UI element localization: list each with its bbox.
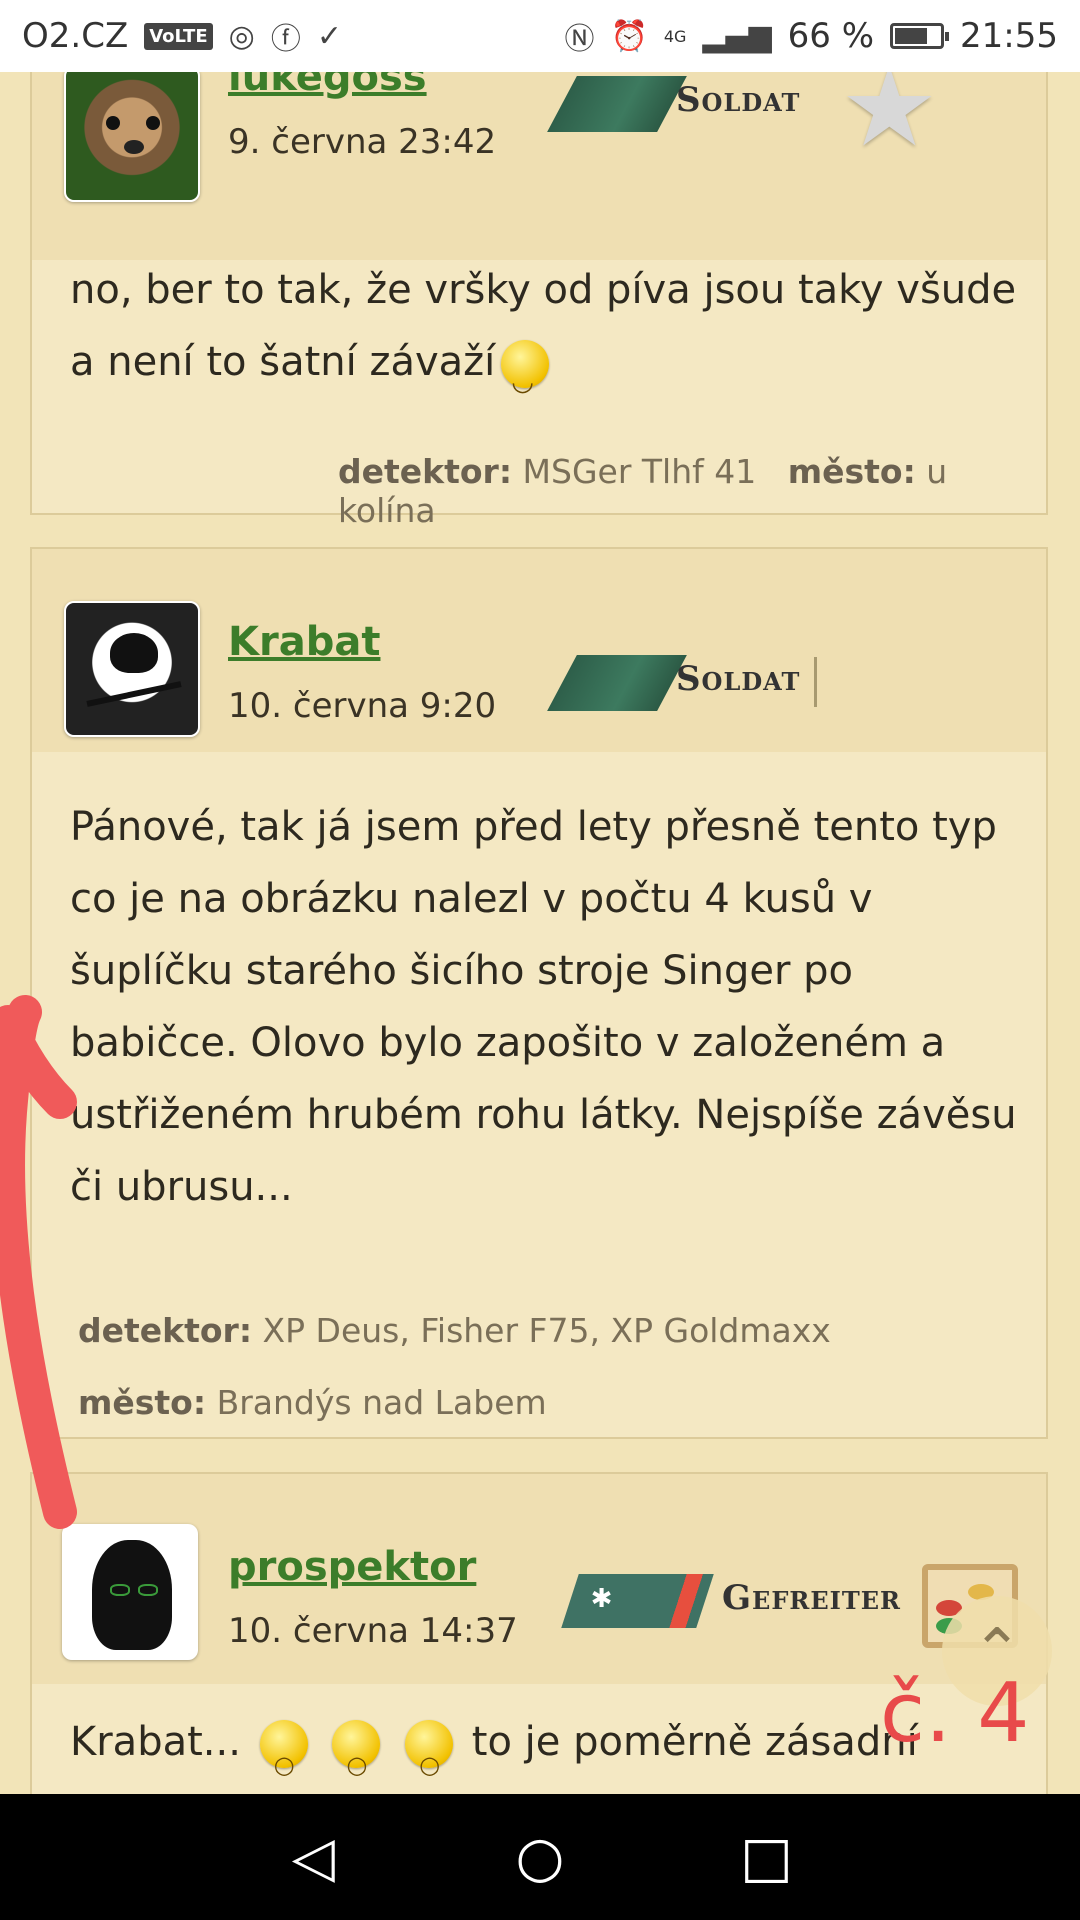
carrier-name: O2.CZ [22,16,129,56]
sync-icon: ◎ [228,18,255,54]
recents-square-icon[interactable]: □ [722,1825,812,1890]
wink-smiley-icon [501,340,550,418]
post-header: Krabat 10. června 9:20 Soldat [32,549,1046,752]
rank-badge [547,76,687,132]
post-meta: detektor: MSGer Tlhf 41 město: u kolína [338,452,1046,530]
network-type: 4G [663,26,687,46]
username-link[interactable]: prospektor [228,1544,476,1590]
download-done-icon: ✓ [316,18,342,54]
volte-icon: VoLTE [144,22,213,50]
rank-star-icon: ✱ [590,1584,613,1614]
post-date: 10. června 9:20 [228,686,497,726]
facebook-icon: ⓕ [270,22,301,57]
rank-name: Gefreiter [722,1578,901,1618]
signal-icon: ▂▄▆ [702,18,772,54]
clock: 21:55 [960,16,1058,56]
rank-name: Soldat [676,659,801,699]
city-label: město: [787,452,916,491]
rank-badge [547,655,687,711]
detector-value: XP Deus, Fisher F75, XP Goldmaxx [262,1311,831,1350]
home-circle-icon[interactable]: ○ [495,1825,585,1890]
back-triangle-icon[interactable]: ◁ [268,1825,358,1890]
annotation-arrow [0,995,77,1529]
post-date: 10. června 14:37 [228,1611,518,1651]
star-icon: ★ [840,72,939,171]
post-header: lukegoss 9. června 23:42 Soldat ★ [32,72,1046,260]
alarm-icon: ⏰ [610,18,648,54]
username-link[interactable]: Krabat [228,619,380,665]
avatar[interactable] [64,601,200,737]
city-value: Brandýs nad Labem [216,1383,547,1422]
post-text: Pánové, tak já jsem před lety přesně ten… [70,804,1017,1210]
system-nav-bar: ◁ ○ □ [0,1794,1080,1920]
annotation-label: č. 4 [880,1666,1030,1761]
post-date: 9. června 23:42 [228,122,497,162]
post-meta-detector: detektor: XP Deus, Fisher F75, XP Goldma… [78,1311,831,1350]
post-meta-city: město: Brandýs nad Labem [78,1383,547,1422]
rank-badge: ✱ [561,1574,714,1628]
nfc-icon: Ⓝ [564,22,595,57]
rank-name: Soldat [676,80,801,120]
avatar[interactable] [64,72,200,202]
username-link[interactable]: lukegoss [228,72,427,100]
forum-thread: lukegoss 9. června 23:42 Soldat ★ no, be… [0,72,1080,1794]
forum-post: Krabat 10. června 9:20 Soldat Pánové, ta… [30,547,1048,1439]
battery-icon [890,23,950,49]
battery-percent: 66 % [787,16,875,56]
shocked-smiley-icon [259,1720,308,1794]
detector-label: detektor: [338,452,513,491]
status-bar: O2.CZ VoLTE ◎ ⓕ ✓ Ⓝ ⏰ 4G ▂▄▆ 66 % 21:55 [0,0,1080,72]
detector-value: MSGer Tlhf 41 [522,452,757,491]
shocked-smiley-icon [332,1720,381,1794]
post-text: no, ber to tak, že vršky od píva jsou ta… [70,254,1020,418]
forum-post: lukegoss 9. června 23:42 Soldat ★ no, be… [30,72,1048,530]
shocked-smiley-icon [405,1720,454,1794]
post-header: prospektor 10. června 14:37 ✱ Gefreiter [32,1474,1046,1684]
rank-divider [814,657,817,707]
